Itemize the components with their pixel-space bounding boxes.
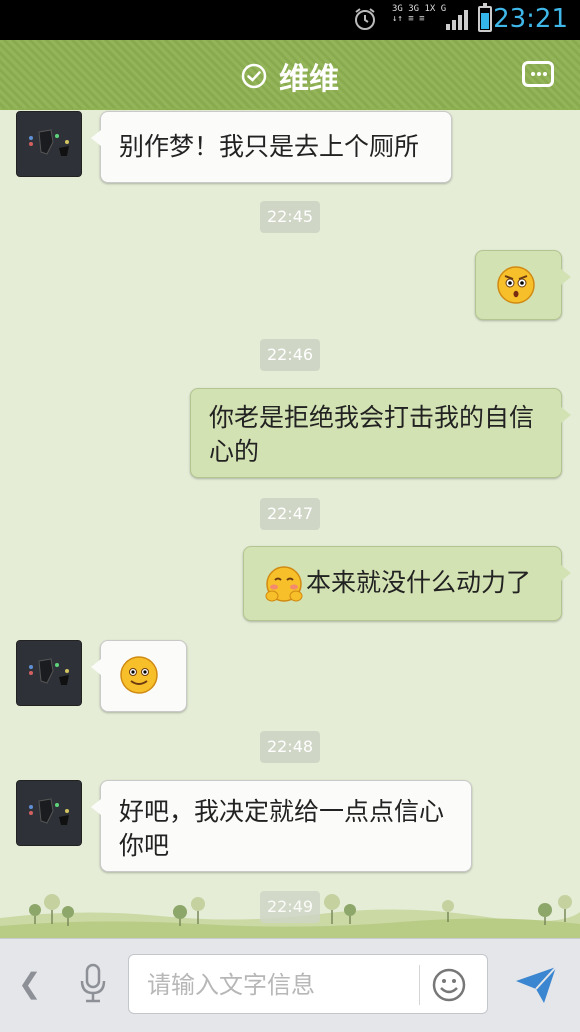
emoji-picker-icon[interactable] <box>431 967 467 1003</box>
incoming-message-bubble[interactable]: 别作梦！我只是去上个厕所 <box>91 111 452 183</box>
message-input-bar: ❮ <box>0 938 580 1032</box>
shy-emoji-icon <box>265 566 303 602</box>
microphone-icon[interactable] <box>78 963 108 1005</box>
contact-name: 维维 <box>279 62 339 97</box>
message-text: 你老是拒绝我会打击我的自信心的 <box>209 403 535 466</box>
outgoing-message-bubble[interactable] <box>475 250 571 320</box>
message-text: 好吧，我决定就给一点点信心你吧 <box>119 797 445 860</box>
network-type-labels: 3G 3G 1X G ↓↑ ≡ ≡ <box>392 4 447 24</box>
outgoing-message-bubble[interactable]: 本来就没什么动力了 <box>243 546 571 621</box>
message-timestamp: 22:47 <box>260 498 320 530</box>
verified-check-icon <box>241 63 267 89</box>
status-bar: 3G 3G 1X G ↓↑ ≡ ≡ 23:21 <box>0 0 580 40</box>
alarm-clock-icon <box>355 8 375 30</box>
signal-strength-icon <box>446 10 468 30</box>
message-input-container <box>128 954 488 1014</box>
chat-messages[interactable]: 别作梦！我只是去上个厕所 22:45 22:46 你老是拒绝我会打击我的自信心的… <box>0 110 580 938</box>
more-options-button[interactable] <box>522 61 554 87</box>
message-timestamp: 22:45 <box>260 201 320 233</box>
send-button[interactable] <box>514 965 558 1005</box>
smile-emoji-icon <box>120 656 158 694</box>
message-timestamp: 22:49 <box>260 891 320 923</box>
chevron-left-icon[interactable]: ❮ <box>18 967 41 1000</box>
message-input[interactable] <box>145 965 409 1005</box>
chat-header: 维维 <box>0 40 580 116</box>
shocked-emoji-icon <box>497 266 535 304</box>
message-text: 别作梦！我只是去上个厕所 <box>119 132 420 161</box>
incoming-message-bubble[interactable] <box>91 640 187 712</box>
contact-avatar[interactable] <box>16 111 82 177</box>
outgoing-message-bubble[interactable]: 你老是拒绝我会打击我的自信心的 <box>190 388 571 478</box>
battery-icon <box>478 3 492 32</box>
incoming-message-bubble[interactable]: 好吧，我决定就给一点点信心你吧 <box>91 780 472 872</box>
contact-avatar[interactable] <box>16 640 82 706</box>
message-timestamp: 22:48 <box>260 731 320 763</box>
message-timestamp: 22:46 <box>260 339 320 371</box>
message-text: 本来就没什么动力了 <box>306 568 532 597</box>
clock: 23:21 <box>493 4 568 34</box>
contact-avatar[interactable] <box>16 780 82 846</box>
